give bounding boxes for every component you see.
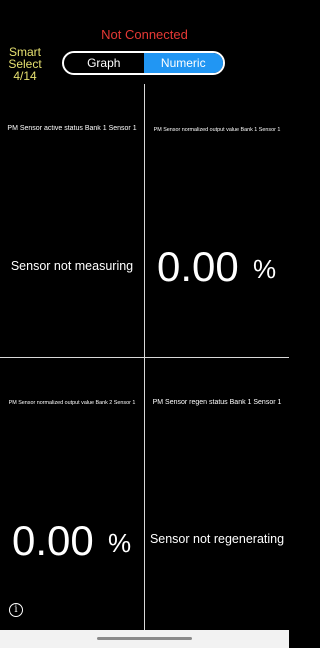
cell-title-pm-normalized-b2s1: PM Sensor normalized output value Bank 2… <box>8 400 136 406</box>
cell-title-pm-active-status-b1s1: PM Sensor active status Bank 1 Sensor 1 <box>7 125 137 132</box>
cell-title-pm-normalized-b1s1: PM Sensor normalized output value Bank 1… <box>153 127 281 133</box>
cell-value-pm-active-status-b1s1: Sensor not measuring <box>10 259 134 273</box>
cell-title-pm-regen-status-b1s1: PM Sensor regen status Bank 1 Sensor 1 <box>152 399 282 406</box>
cell-value-pm-normalized-b2s1: 0.00 <box>12 517 94 564</box>
view-toggle: Graph Numeric <box>62 51 225 75</box>
smart-select-indicator[interactable]: Smart Select 4/14 <box>6 46 44 82</box>
grid-divider-horizontal <box>0 357 289 358</box>
home-gesture-handle[interactable] <box>97 637 192 640</box>
tab-numeric[interactable]: Numeric <box>143 53 223 73</box>
cell-value-pm-regen-status-b1s1: Sensor not regenerating <box>149 532 285 546</box>
cell-unit-pm-normalized-b2s1: % <box>108 528 132 558</box>
navigation-bar <box>0 630 289 648</box>
cell-value-pm-normalized-b1s1: 0.00 <box>157 243 239 290</box>
smart-select-page: 4/14 <box>13 69 37 83</box>
info-icon[interactable]: i <box>9 603 23 617</box>
cell-unit-pm-normalized-b1s1: % <box>253 254 277 284</box>
connection-status: Not Connected <box>101 27 188 42</box>
tab-graph[interactable]: Graph <box>64 53 144 73</box>
